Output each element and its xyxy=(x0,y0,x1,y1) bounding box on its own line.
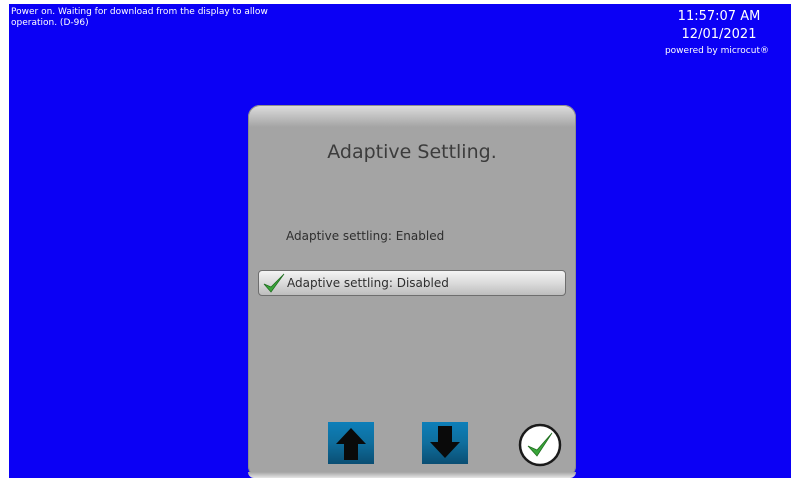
dialog-title: Adaptive Settling. xyxy=(327,141,497,163)
scroll-down-button[interactable] xyxy=(422,422,468,464)
status-message: Power on. Waiting for download from the … xyxy=(11,7,268,28)
adaptive-settling-dialog: Adaptive Settling. Adaptive settling: En… xyxy=(248,105,576,478)
arrow-down-icon xyxy=(430,426,460,458)
confirm-button[interactable] xyxy=(518,423,562,467)
option-disabled[interactable]: Adaptive settling: Disabled xyxy=(258,270,566,296)
clock-date: 12/01/2021 xyxy=(681,27,757,42)
arrow-up-icon xyxy=(336,428,366,460)
option-enabled[interactable]: Adaptive settling: Enabled xyxy=(258,224,564,248)
scroll-up-button[interactable] xyxy=(328,422,374,464)
option-label: Adaptive settling: Enabled xyxy=(286,229,445,243)
screen-background: Power on. Waiting for download from the … xyxy=(9,4,791,478)
clock-panel: 11:57:07 AM 12/01/2021 powered by microc… xyxy=(665,8,769,58)
option-label: Adaptive settling: Disabled xyxy=(287,276,449,290)
brand-label: powered by microcut® xyxy=(664,46,769,56)
checkmark-icon xyxy=(263,273,285,293)
clock-time: 11:57:07 AM xyxy=(677,9,761,24)
checkmark-circle-icon xyxy=(518,423,562,467)
